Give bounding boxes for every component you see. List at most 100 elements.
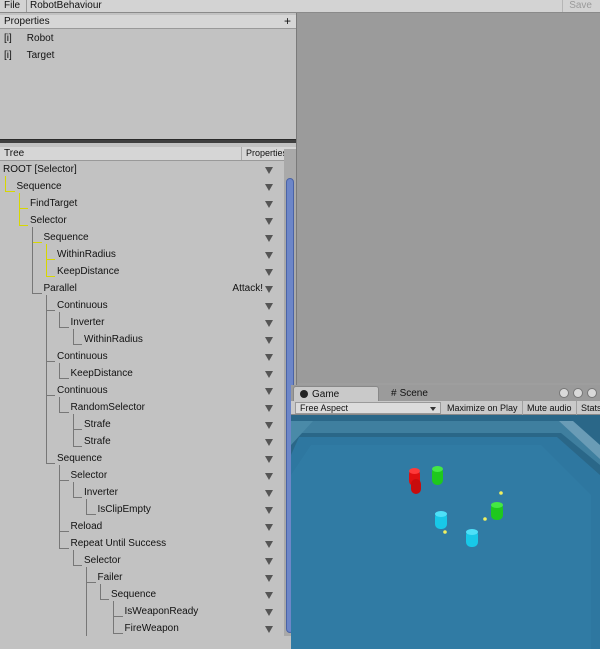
node-menu-arrow-icon[interactable] [265,269,273,276]
tree-node[interactable]: WithinRadius [57,248,116,262]
maximize-on-play-toggle[interactable]: Maximize on Play [443,401,523,415]
node-menu-arrow-icon[interactable] [265,507,273,514]
node-menu-arrow-icon[interactable] [265,524,273,531]
property-type: [i] [4,33,12,44]
add-property-button[interactable]: + [284,14,291,28]
green-robot [432,466,443,485]
tree-node[interactable]: Reload [71,520,103,534]
red-robot [411,479,421,494]
empty-editor-area [297,13,600,383]
node-menu-arrow-icon[interactable] [265,354,273,361]
tree-node[interactable]: Continuous [57,299,108,313]
save-button[interactable]: Save [562,0,592,12]
tab-scene[interactable]: # Scene [385,386,434,401]
property-row[interactable]: [i] Target [4,49,54,63]
node-menu-arrow-icon[interactable] [265,405,273,412]
node-menu-arrow-icon[interactable] [265,201,273,208]
tree-guide-line [59,465,60,548]
tree-node[interactable]: Strafe [84,435,111,449]
node-menu-arrow-icon[interactable] [265,609,273,616]
tree-node[interactable]: Selector [84,554,121,568]
tree-node[interactable]: Inverter [84,486,118,500]
tree-guide-line [86,567,87,636]
tab-game[interactable]: Game [293,386,379,401]
tree-guide-line [59,363,60,378]
dropdown-arrow-icon [430,407,436,411]
node-menu-arrow-icon[interactable] [265,303,273,310]
node-menu-arrow-icon[interactable] [265,235,273,242]
tree-node[interactable]: Sequence [17,180,62,194]
tree-node[interactable]: FindTarget [30,197,77,211]
tree-guide-line [32,293,42,294]
node-menu-arrow-icon[interactable] [265,592,273,599]
tree-node[interactable]: FireWeapon [125,622,179,636]
tree-guide-line [86,582,96,583]
tree-node[interactable]: KeepDistance [71,367,133,381]
tree-node[interactable]: Inverter [71,316,105,330]
stats-toggle[interactable]: Stats [577,401,600,415]
file-menu[interactable]: File [4,0,28,12]
tree-node[interactable]: Repeat Until Success [71,537,167,551]
tree-guide-line [18,193,20,225]
property-row[interactable]: [i] Robot [4,32,53,46]
panel-splitter[interactable] [0,139,296,143]
tree-guide-line [59,378,69,379]
node-menu-arrow-icon[interactable] [265,473,273,480]
mute-audio-toggle[interactable]: Mute audio [523,401,577,415]
node-menu-arrow-icon[interactable] [265,320,273,327]
tree-node[interactable]: Selector [30,214,67,228]
tree-node[interactable]: Selector [71,469,108,483]
tree-guide-line [32,242,42,243]
game-viewport[interactable] [291,415,600,649]
tree-guide-line [59,548,69,549]
tree-node[interactable]: Strafe [84,418,111,432]
tree-node[interactable]: IsWeaponReady [125,605,199,619]
tree-node[interactable]: Sequence [44,231,89,245]
tree-node[interactable]: WithinRadius [84,333,143,347]
node-menu-arrow-icon[interactable] [265,490,273,497]
tree-guide-line [59,312,60,327]
window-button[interactable] [587,388,597,398]
tree-node[interactable]: Continuous [57,384,108,398]
node-menu-arrow-icon[interactable] [265,456,273,463]
tree-guide-line [32,227,33,293]
node-menu-arrow-icon[interactable] [265,218,273,225]
tree-node[interactable]: Failer [98,571,123,585]
tree-node[interactable]: Sequence [111,588,156,602]
node-menu-arrow-icon[interactable] [265,337,273,344]
node-menu-arrow-icon[interactable] [265,558,273,565]
tree-node[interactable]: IsClipEmpty [98,503,151,517]
node-menu-arrow-icon[interactable] [265,388,273,395]
tree-node[interactable]: ROOT [Selector] [3,163,77,177]
tree-node[interactable]: RandomSelector [71,401,145,415]
tree-node[interactable]: Continuous [57,350,108,364]
node-menu-arrow-icon[interactable] [265,422,273,429]
node-menu-arrow-icon[interactable] [265,252,273,259]
tree-node[interactable]: KeepDistance [57,265,119,279]
node-menu-arrow-icon[interactable] [265,575,273,582]
tree-guide-line [72,446,82,447]
tree-guide-line [45,244,47,276]
node-menu-arrow-icon[interactable] [265,286,273,293]
node-menu-arrow-icon[interactable] [265,371,273,378]
tree-guide-line [72,565,82,566]
node-menu-arrow-icon[interactable] [265,167,273,174]
grid-icon: # [391,388,397,399]
node-comment-label: Attack! [232,283,263,294]
node-menu-arrow-icon[interactable] [265,626,273,633]
tree-guide-line [45,361,55,362]
aspect-dropdown[interactable]: Free Aspect [295,402,441,414]
tree-guide-line [72,497,82,498]
tree-node[interactable]: Parallel [44,282,77,296]
window-button[interactable] [559,388,569,398]
window-button[interactable] [573,388,583,398]
tree-node[interactable]: Sequence [57,452,102,466]
property-name: Target [26,50,55,61]
tree-guide-line [5,176,6,191]
node-menu-arrow-icon[interactable] [265,184,273,191]
node-menu-arrow-icon[interactable] [265,439,273,446]
tree-guide-line [72,550,74,565]
node-menu-arrow-icon[interactable] [265,541,273,548]
tree-guide-line [86,514,96,515]
tab-scene-label: Scene [399,388,428,399]
